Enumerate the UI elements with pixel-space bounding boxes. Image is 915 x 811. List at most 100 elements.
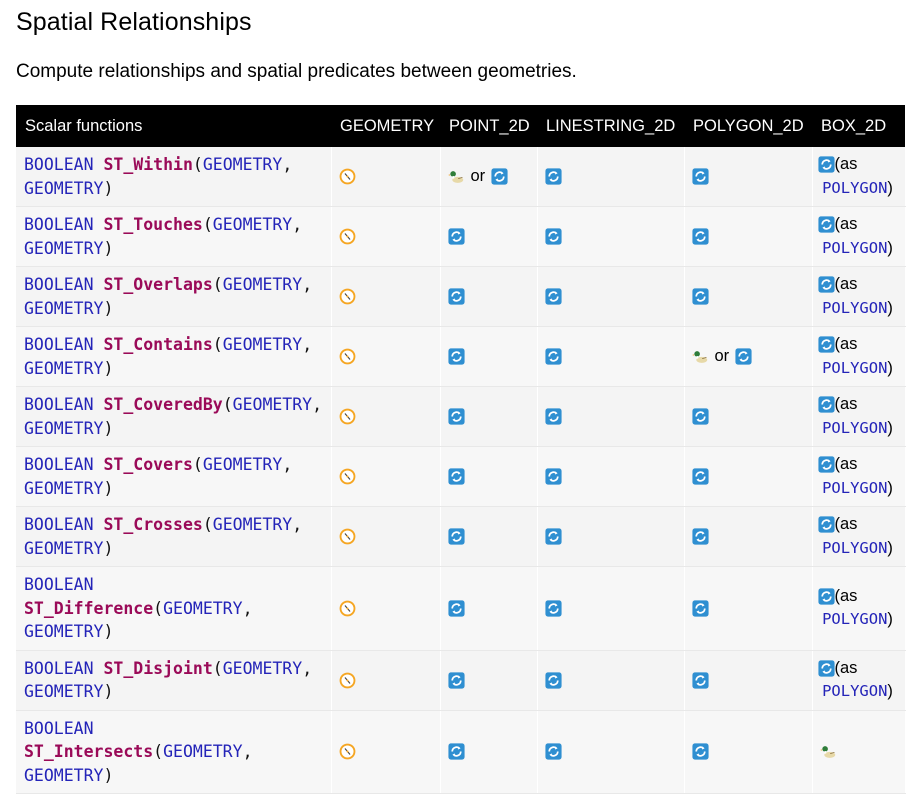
point-2d-support bbox=[440, 266, 538, 327]
point-2d-support bbox=[440, 386, 538, 447]
geometry-support bbox=[331, 650, 441, 711]
point-2d-support: or bbox=[440, 147, 538, 207]
compass-icon bbox=[339, 408, 356, 425]
table-row: BOOLEAN ST_Intersects(GEOMETRY, GEOMETRY… bbox=[16, 710, 906, 794]
polygon-2d-support bbox=[684, 710, 813, 794]
polygon-type: POLYGON bbox=[822, 418, 888, 437]
duck-icon bbox=[819, 743, 837, 760]
refresh-icon bbox=[817, 336, 835, 353]
return-type: BOOLEAN bbox=[24, 215, 94, 234]
box-2d-support: (as POLYGON) bbox=[812, 566, 906, 651]
compass-icon bbox=[339, 600, 356, 617]
compass-icon bbox=[339, 228, 356, 245]
args-open: ( bbox=[192, 155, 203, 174]
box-2d-support: (as POLYGON) bbox=[812, 506, 906, 567]
page-subtitle: Compute relationships and spatial predic… bbox=[16, 61, 577, 82]
box-2d-support: (as POLYGON) bbox=[812, 206, 906, 267]
table-row: BOOLEAN ST_Crosses(GEOMETRY, GEOMETRY) (a… bbox=[16, 506, 906, 567]
arg-type: GEOMETRY bbox=[212, 215, 293, 234]
refresh-icon bbox=[544, 228, 562, 245]
return-type: BOOLEAN bbox=[24, 455, 94, 474]
arg-type: GEOMETRY bbox=[163, 742, 243, 761]
refresh-icon bbox=[447, 672, 465, 689]
point-2d-support bbox=[440, 206, 538, 267]
linestring-2d-support bbox=[537, 386, 685, 447]
polygon-2d-support bbox=[684, 650, 813, 711]
function-signature: BOOLEAN ST_Contains(GEOMETRY, GEOMETRY) bbox=[16, 326, 332, 387]
refresh-icon bbox=[491, 168, 508, 185]
function-name: ST_Covers bbox=[103, 455, 193, 474]
arg-type: GEOMETRY bbox=[222, 658, 303, 678]
point-2d-support bbox=[440, 650, 538, 711]
arg-type: GEOMETRY bbox=[24, 538, 104, 558]
args-close: ) bbox=[103, 238, 114, 258]
linestring-2d-support bbox=[537, 147, 685, 207]
refresh-icon bbox=[544, 468, 562, 485]
args-close: ) bbox=[103, 418, 114, 438]
refresh-icon bbox=[447, 288, 465, 305]
header-polygon-2d: POLYGON_2D bbox=[684, 105, 812, 147]
duck-icon bbox=[691, 348, 709, 365]
header-geometry: GEOMETRY bbox=[331, 105, 440, 147]
arg-type: GEOMETRY bbox=[24, 418, 104, 438]
polygon-2d-support bbox=[684, 386, 813, 447]
args-open: ( bbox=[153, 742, 164, 761]
refresh-icon bbox=[691, 408, 709, 425]
args-open: ( bbox=[202, 215, 213, 234]
refresh-icon bbox=[447, 408, 465, 425]
compass-icon bbox=[339, 348, 356, 365]
polygon-2d-support bbox=[684, 566, 813, 651]
function-name: ST_Contains bbox=[103, 335, 213, 354]
refresh-icon bbox=[544, 528, 562, 545]
as-label: (as bbox=[834, 586, 858, 605]
box-2d-support: (as POLYGON) bbox=[812, 266, 906, 327]
linestring-2d-support bbox=[537, 326, 685, 387]
geometry-support bbox=[331, 566, 441, 651]
arg-type: GEOMETRY bbox=[24, 358, 104, 378]
arg-type: GEOMETRY bbox=[24, 622, 104, 641]
args-close: ) bbox=[103, 538, 114, 558]
geometry-support bbox=[331, 147, 441, 207]
function-signature: BOOLEAN ST_Touches(GEOMETRY, GEOMETRY) bbox=[16, 206, 332, 267]
args-close: ) bbox=[103, 682, 114, 701]
header-point-2d: POINT_2D bbox=[440, 105, 537, 147]
refresh-icon bbox=[817, 396, 835, 413]
box-2d-support: (as POLYGON) bbox=[812, 650, 906, 711]
as-label: (as bbox=[834, 658, 858, 677]
function-name: ST_Touches bbox=[103, 215, 203, 234]
refresh-icon bbox=[817, 516, 835, 533]
arg-type: GEOMETRY bbox=[24, 478, 104, 498]
refresh-icon bbox=[544, 743, 562, 760]
compass-icon bbox=[339, 528, 356, 545]
polygon-2d-support bbox=[684, 266, 813, 327]
table-row: BOOLEAN ST_Within(GEOMETRY, GEOMETRY) or (… bbox=[16, 147, 906, 207]
refresh-icon bbox=[817, 156, 835, 173]
table-row: BOOLEAN ST_Covers(GEOMETRY, GEOMETRY) (as… bbox=[16, 446, 906, 507]
arg-type: GEOMETRY bbox=[24, 682, 104, 701]
return-type: BOOLEAN bbox=[24, 515, 94, 534]
box-2d-support: (as POLYGON) bbox=[812, 446, 906, 507]
geometry-support bbox=[331, 710, 441, 794]
function-signature: BOOLEAN ST_Covers(GEOMETRY, GEOMETRY) bbox=[16, 446, 332, 507]
arg-type: GEOMETRY bbox=[24, 765, 104, 785]
compass-icon bbox=[339, 743, 356, 760]
polygon-2d-support bbox=[684, 147, 813, 207]
polygon-type: POLYGON bbox=[822, 682, 888, 700]
table-row: BOOLEAN ST_Overlaps(GEOMETRY, GEOMETRY) (… bbox=[16, 266, 906, 327]
refresh-icon bbox=[544, 600, 562, 617]
function-signature: BOOLEAN ST_Overlaps(GEOMETRY, GEOMETRY) bbox=[16, 266, 332, 327]
as-label: (as bbox=[834, 275, 858, 293]
box-2d-support bbox=[812, 710, 906, 794]
compass-icon bbox=[339, 672, 356, 689]
box-2d-support: (as POLYGON) bbox=[812, 326, 906, 387]
compass-icon bbox=[339, 288, 356, 305]
linestring-2d-support bbox=[537, 206, 685, 267]
refresh-icon bbox=[544, 408, 562, 425]
polygon-type: POLYGON bbox=[822, 178, 888, 197]
arg-type: GEOMETRY bbox=[212, 515, 293, 534]
as-label: (as bbox=[834, 515, 858, 533]
geometry-support bbox=[331, 266, 441, 327]
compass-icon bbox=[339, 168, 356, 185]
box-2d-support: (as POLYGON) bbox=[812, 386, 906, 447]
geometry-support bbox=[331, 446, 441, 507]
